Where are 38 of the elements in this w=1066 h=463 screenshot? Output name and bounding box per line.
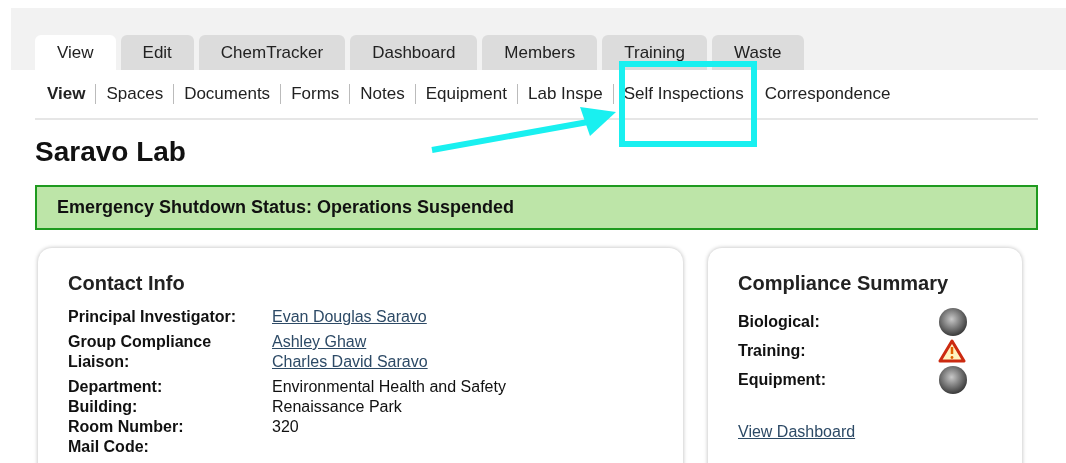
person-link[interactable]: Ashley Ghaw [272,332,653,352]
subnav-link[interactable]: Documents [173,84,281,104]
card-heading: Compliance Summary [738,272,950,295]
warning-icon [938,339,966,363]
field-label: Building: [68,397,139,417]
tab[interactable]: Members [482,35,598,70]
subnav-link[interactable]: Self Inspections [612,84,754,104]
compliance-label: Equipment: [738,371,827,389]
field-label: Principal Investigator: [68,307,238,327]
person-link[interactable]: Charles David Saravo [272,352,653,372]
subnav-link[interactable]: Correspondence [753,84,901,104]
tab[interactable]: Waste [712,35,804,70]
subnav-link[interactable]: View [47,84,96,104]
status-ball-icon [938,307,968,337]
subnav-link[interactable]: Forms [280,84,350,104]
card-heading: Contact Info [68,272,186,295]
field-label: Room Number: [68,417,185,437]
field-value: Environmental Health and Safety [272,377,507,397]
page-title: Saravo Lab [35,136,187,168]
tab[interactable]: ChemTracker [198,35,346,70]
status-banner: Emergency Shutdown Status: Operations Suspended [35,185,1038,230]
field-value: 320 [272,417,300,437]
subnav-link[interactable]: Equipment [414,84,517,104]
field-label: Mail Code: [68,437,150,457]
tab[interactable]: Dashboard [350,35,478,70]
compliance-label: Biological: [738,313,821,331]
field-label: Department: [68,377,164,397]
status-ball-icon [938,365,968,395]
dashboard-link[interactable]: View Dashboard [738,423,856,441]
tab[interactable]: Edit [120,35,194,70]
field-value: Renaissance Park [272,397,403,417]
subnav-link[interactable]: Notes [349,84,415,104]
compliance-label: Training: [738,342,807,360]
person-link[interactable]: Evan Douglas Saravo [272,307,653,327]
field-label: Group Compliance Liaison: [68,332,213,372]
tab[interactable]: View [35,35,116,70]
subnav-link[interactable]: Spaces [95,84,174,104]
subnav-link[interactable]: Lab Inspe [517,84,613,104]
